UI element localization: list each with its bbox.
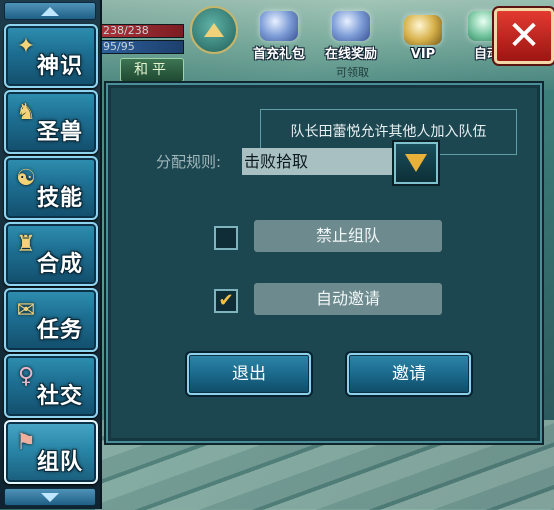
mp-bar: 95/95 bbox=[100, 40, 184, 54]
character-portrait-icon: ♀ bbox=[17, 364, 35, 389]
divine-sense-icon: ✦ bbox=[16, 34, 36, 59]
sidebar-scroll-up[interactable] bbox=[4, 2, 96, 20]
online-reward-label: 在线奖励 bbox=[324, 47, 377, 62]
vip-button[interactable]: VIP bbox=[392, 4, 454, 62]
hp-bar: 238/238 bbox=[100, 24, 184, 38]
close-icon: ✕ bbox=[507, 13, 541, 59]
vip-label: VIP bbox=[410, 47, 436, 62]
pk-mode-button[interactable]: 和平 bbox=[120, 58, 184, 82]
close-button[interactable]: ✕ bbox=[494, 8, 554, 64]
sidebar-item-label: 社交 bbox=[36, 383, 83, 409]
sidebar-item-label: 技能 bbox=[36, 185, 83, 211]
cauldron-icon: ♜ bbox=[16, 232, 36, 257]
distribution-rule-select[interactable]: 击败拾取 bbox=[242, 148, 396, 175]
checkmark-icon: ✔ bbox=[218, 290, 234, 311]
auto-invite-label[interactable]: 自动邀请 bbox=[254, 283, 442, 315]
distribution-rule-dropdown-button[interactable] bbox=[394, 142, 438, 184]
sidebar-item-synthesis[interactable]: ♜ 合成 bbox=[4, 222, 98, 286]
sidebar-item-quests[interactable]: ✉ 任务 bbox=[4, 288, 98, 352]
forbid-team-checkbox[interactable] bbox=[214, 226, 238, 250]
collapse-hud-button[interactable] bbox=[190, 6, 238, 54]
forbid-team-label[interactable]: 禁止组队 bbox=[254, 220, 442, 252]
dragon-icon: ♞ bbox=[16, 100, 36, 125]
sidebar-item-label: 任务 bbox=[36, 317, 83, 343]
arrow-up-icon bbox=[41, 6, 59, 16]
sidebar-item-label: 合成 bbox=[36, 251, 83, 277]
invite-button[interactable]: 邀请 bbox=[347, 353, 471, 395]
sidebar-scroll-down[interactable] bbox=[4, 488, 96, 506]
team-settings-dialog: 队长田蕾悦允许其他人加入队伍 分配规则: 击败拾取 禁止组队 ✔ 自动邀请 退出… bbox=[106, 83, 542, 443]
sidebar-item-divine-sense[interactable]: ✦ 神识 bbox=[4, 24, 98, 88]
first-charge-gift-label: 首充礼包 bbox=[252, 47, 305, 62]
left-sidebar: ✦ 神识 ♞ 圣兽 ☯ 技能 ♜ 合成 ✉ 任务 ♀ 社交 ⚑ 组队 bbox=[0, 0, 102, 509]
online-reward-status: 可领取 bbox=[336, 66, 369, 79]
sidebar-item-holy-beast[interactable]: ♞ 圣兽 bbox=[4, 90, 98, 154]
sidebar-item-skills[interactable]: ☯ 技能 bbox=[4, 156, 98, 220]
reward-box-icon bbox=[332, 11, 370, 41]
chevron-down-icon bbox=[405, 154, 427, 172]
vip-emblem-icon bbox=[404, 15, 442, 45]
online-reward-button[interactable]: 在线奖励 bbox=[320, 4, 382, 62]
arrow-down-icon bbox=[41, 492, 59, 502]
team-flag-icon: ⚑ bbox=[16, 430, 36, 455]
first-charge-gift-button[interactable]: 首充礼包 bbox=[248, 4, 310, 62]
sidebar-item-label: 组队 bbox=[36, 449, 83, 475]
exit-team-button[interactable]: 退出 bbox=[187, 353, 311, 395]
sidebar-item-social[interactable]: ♀ 社交 bbox=[4, 354, 98, 418]
auto-invite-checkbox[interactable]: ✔ bbox=[214, 289, 238, 313]
sidebar-item-label: 神识 bbox=[36, 53, 83, 79]
scroll-icon: ✉ bbox=[16, 298, 36, 323]
gift-box-icon bbox=[260, 11, 298, 41]
arrow-up-icon bbox=[204, 23, 224, 37]
sidebar-item-label: 圣兽 bbox=[36, 119, 83, 145]
sidebar-item-team[interactable]: ⚑ 组队 bbox=[4, 420, 98, 484]
yin-yang-icon: ☯ bbox=[16, 166, 36, 191]
distribution-rule-label: 分配规则: bbox=[156, 153, 222, 171]
